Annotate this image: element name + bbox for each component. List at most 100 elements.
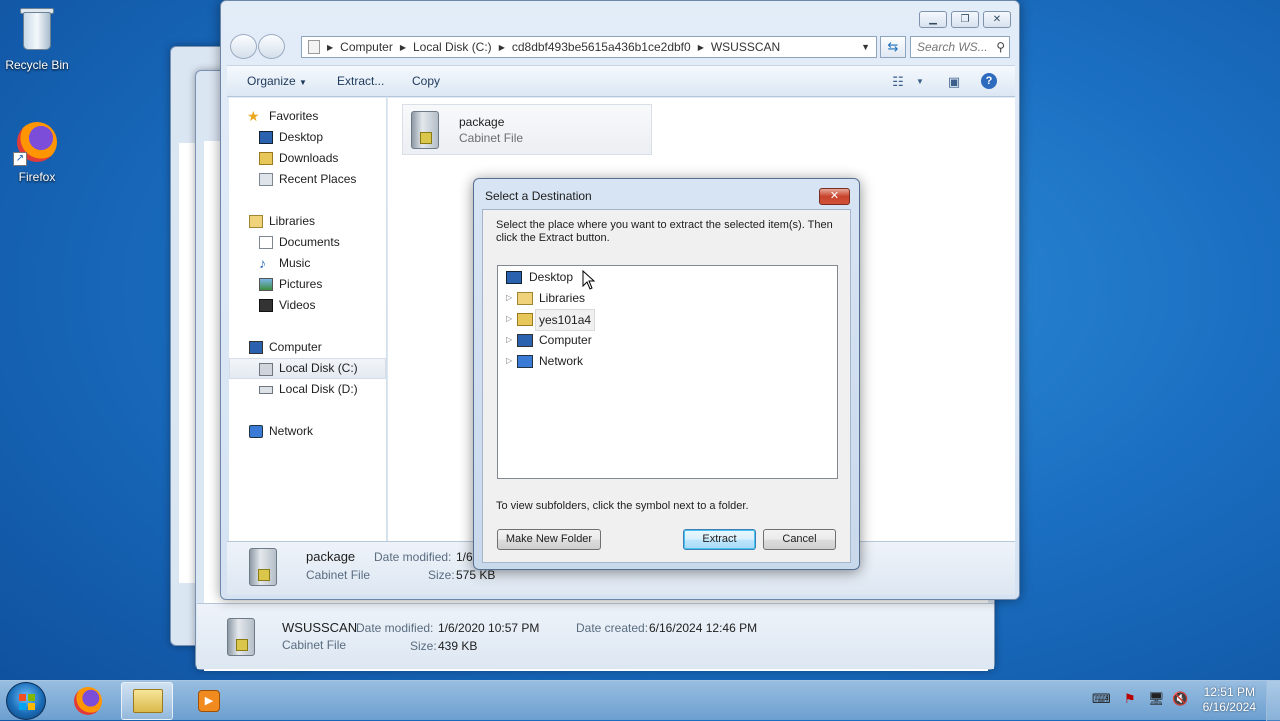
media-player-icon: ▶ xyxy=(198,690,220,712)
nav-libraries[interactable]: Libraries xyxy=(229,211,386,232)
taskbar-media-player[interactable]: ▶ xyxy=(184,682,236,720)
clock-time: 12:51 PM xyxy=(1203,685,1255,699)
dialog-title: Select a Destination xyxy=(485,189,592,203)
computer-icon xyxy=(517,334,533,347)
videos-icon xyxy=(259,299,273,312)
nav-local-disk-d[interactable]: Local Disk (D:) xyxy=(229,379,386,400)
command-bar: Organize ▼ Extract... Copy ☷ ▼ ▣ ? xyxy=(227,65,1015,97)
nav-desktop[interactable]: Desktop xyxy=(229,127,386,148)
computer-icon xyxy=(249,341,263,354)
nav-computer[interactable]: Computer xyxy=(229,337,386,358)
breadcrumb-arrow-icon[interactable]: ▶ xyxy=(397,43,409,52)
extract-button[interactable]: Extract... xyxy=(337,74,384,88)
details-date-created: 6/16/2024 12:46 PM xyxy=(649,621,758,635)
extract-button[interactable]: Extract xyxy=(683,529,756,550)
file-item-package[interactable]: package Cabinet File xyxy=(402,104,652,155)
cancel-button[interactable]: Cancel xyxy=(763,529,836,550)
breadcrumb-local-disk-c[interactable]: Local Disk (C:) xyxy=(409,40,496,54)
taskbar-explorer[interactable] xyxy=(121,682,173,720)
windows-logo-icon xyxy=(19,694,35,710)
details-date-created-label: Date created: xyxy=(576,621,649,635)
select-destination-dialog[interactable]: Select a Destination ✕ Select the place … xyxy=(473,178,860,570)
drive-icon xyxy=(259,386,273,394)
nav-downloads[interactable]: Downloads xyxy=(229,148,386,169)
details-type: Cabinet File xyxy=(282,638,347,652)
breadcrumb-wsusscan[interactable]: WSUSSCAN xyxy=(707,40,784,54)
tree-item-network[interactable]: ▷ Network xyxy=(506,351,626,371)
nav-videos[interactable]: Videos xyxy=(229,295,386,316)
breadcrumb-arrow-icon[interactable]: ▶ xyxy=(496,43,508,52)
taskbar-firefox[interactable] xyxy=(62,682,114,720)
desktop-icon-label: Recycle Bin xyxy=(5,58,69,72)
tree-item-libraries[interactable]: ▷ Libraries xyxy=(506,288,626,308)
start-button[interactable] xyxy=(6,682,46,720)
view-options-icon[interactable]: ☷ xyxy=(889,73,907,91)
nav-documents[interactable]: Documents xyxy=(229,232,386,253)
mouse-cursor-icon xyxy=(582,270,596,290)
expand-arrow-icon[interactable]: ▷ xyxy=(506,351,516,371)
view-dropdown-icon[interactable]: ▼ xyxy=(911,73,929,91)
volume-muted-icon[interactable]: 🔇 xyxy=(1172,691,1188,707)
address-bar[interactable]: ▶ Computer ▶ Local Disk (C:) ▶ cd8dbf493… xyxy=(301,36,877,58)
nav-music[interactable]: ♪ Music xyxy=(229,253,386,274)
forward-button[interactable] xyxy=(258,34,285,59)
minimize-button[interactable]: ▁ xyxy=(919,11,947,28)
breadcrumb-hash-folder[interactable]: cd8dbf493be5615a436b1ce2dbf0 xyxy=(508,40,695,54)
clock[interactable]: 12:51 PM 6/16/2024 xyxy=(1203,685,1256,715)
firefox-icon xyxy=(74,687,102,715)
show-desktop-button[interactable] xyxy=(1266,681,1280,721)
details-date-modified-label: Date modified: xyxy=(356,621,434,635)
dialog-message: Select the place where you want to extra… xyxy=(496,219,833,244)
organize-menu[interactable]: Organize ▼ xyxy=(247,74,307,88)
nav-favorites[interactable]: ★ Favorites xyxy=(229,106,386,127)
recent-places-icon xyxy=(259,173,273,186)
network-tray-icon[interactable]: 🖥 xyxy=(1148,691,1165,707)
maximize-button[interactable]: ❐ xyxy=(951,11,979,28)
tree-item-desktop[interactable]: Desktop xyxy=(506,267,626,287)
make-new-folder-button[interactable]: Make New Folder xyxy=(497,529,601,550)
nav-pictures[interactable]: Pictures xyxy=(229,274,386,295)
expand-arrow-icon[interactable]: ▷ xyxy=(506,288,516,308)
nav-local-disk-c[interactable]: Local Disk (C:) xyxy=(229,358,386,379)
desktop-icon-firefox[interactable]: ↗ Firefox xyxy=(0,118,74,184)
nav-network[interactable]: Network xyxy=(229,421,386,442)
tree-item-computer[interactable]: ▷ Computer xyxy=(506,330,626,350)
folder-tree[interactable]: Desktop ▷ Libraries ▷ yes101a4 ▷ Compute… xyxy=(497,265,838,479)
drive-icon xyxy=(259,363,273,376)
help-icon[interactable]: ? xyxy=(981,73,997,89)
expand-arrow-icon[interactable]: ▷ xyxy=(506,309,516,329)
breadcrumb-arrow-icon[interactable]: ▶ xyxy=(324,43,336,52)
dialog-close-button[interactable]: ✕ xyxy=(819,188,850,205)
taskbar: ▶ ⌨ ⚑ 🖥 🔇 12:51 PM 6/16/2024 xyxy=(0,680,1280,721)
desktop-icon-label: Firefox xyxy=(18,170,56,184)
breadcrumb-computer[interactable]: Computer xyxy=(336,40,397,54)
libraries-icon xyxy=(249,215,263,228)
expand-arrow-icon[interactable]: ▷ xyxy=(506,330,516,350)
back-window-details-pane: WSUSSCAN Cabinet File Date modified: 1/6… xyxy=(197,603,994,669)
desktop-icon-recycle-bin[interactable]: Recycle Bin xyxy=(0,6,74,72)
network-icon xyxy=(517,355,533,368)
details-date-modified-label: Date modified: xyxy=(374,550,452,564)
keyboard-icon[interactable]: ⌨ xyxy=(1092,691,1111,707)
close-window-button[interactable]: ✕ xyxy=(983,11,1011,28)
details-size: 439 KB xyxy=(438,639,478,653)
pictures-icon xyxy=(259,278,273,291)
details-name: WSUSSCAN xyxy=(282,620,358,635)
file-name: package xyxy=(459,115,505,129)
details-date-modified: 1/6/2020 10:57 PM xyxy=(438,621,540,635)
file-type: Cabinet File xyxy=(459,131,524,145)
action-center-icon[interactable]: ⚑ xyxy=(1124,691,1136,707)
tree-item-user-folder[interactable]: ▷ yes101a4 xyxy=(506,309,626,331)
details-type: Cabinet File xyxy=(306,568,371,582)
address-dropdown-icon[interactable]: ▼ xyxy=(861,42,870,52)
search-icon: ⚲ xyxy=(996,40,1005,54)
copy-button[interactable]: Copy xyxy=(412,74,440,88)
downloads-folder-icon xyxy=(259,152,273,165)
search-input[interactable]: Search WS... ⚲ xyxy=(910,36,1010,58)
libraries-icon xyxy=(517,292,533,305)
breadcrumb-arrow-icon[interactable]: ▶ xyxy=(695,43,707,52)
preview-pane-icon[interactable]: ▣ xyxy=(945,73,963,91)
back-button[interactable] xyxy=(230,34,257,59)
nav-recent-places[interactable]: Recent Places xyxy=(229,169,386,190)
refresh-button[interactable]: ⇆ xyxy=(880,36,906,58)
